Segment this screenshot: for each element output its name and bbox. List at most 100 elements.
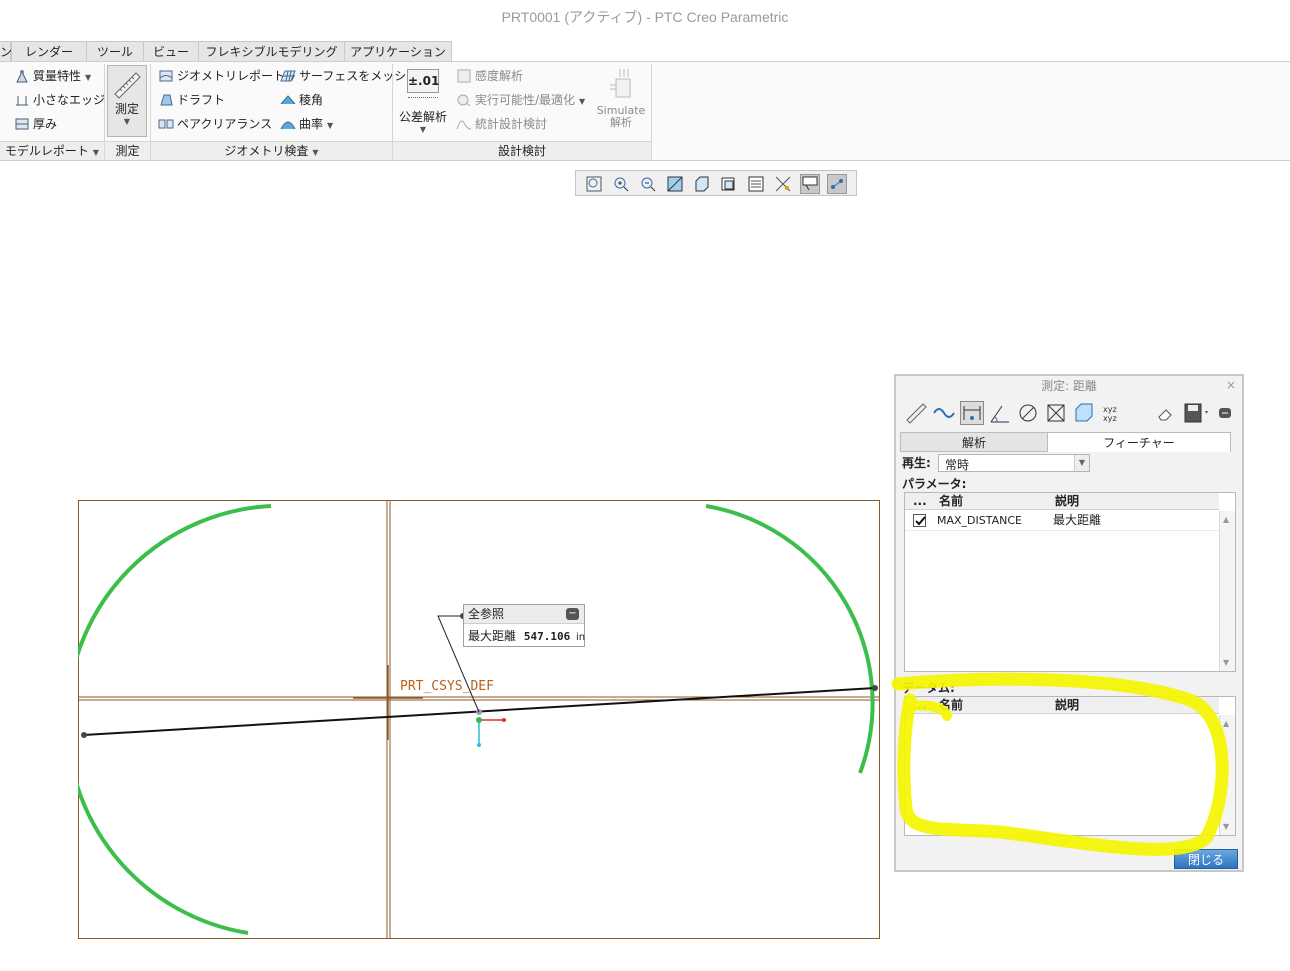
column-header[interactable]: ... (913, 493, 927, 510)
statistical-design-button[interactable]: 統計設計検討 (456, 113, 547, 135)
scroll-down-icon[interactable]: ▼ (1223, 658, 1229, 667)
simulate-icon (606, 67, 636, 101)
tab-partial[interactable]: ン (0, 41, 12, 62)
refit-icon[interactable] (584, 174, 604, 194)
mass-properties-label: 質量特性 (33, 69, 82, 83)
column-header-name[interactable]: 名前 (939, 697, 963, 714)
measure-result-popup[interactable]: 全参照 − 最大距離 547.106 in (463, 604, 585, 647)
group-design-study: 設計検討 (393, 141, 651, 160)
group-measure: 測定 (105, 141, 150, 160)
repaint-icon[interactable] (665, 174, 685, 194)
length-icon[interactable] (932, 401, 956, 425)
pair-clearance-button[interactable]: ペアクリアランス (158, 113, 272, 135)
short-edge-label: 小さなエッジ (33, 93, 106, 107)
geometry-report-label: ジオメトリレポート (177, 69, 286, 83)
short-edge-button[interactable]: 小さなエッジ (14, 89, 105, 111)
datum-display-icon[interactable] (773, 174, 793, 194)
tab-tools[interactable]: ツール (86, 41, 144, 62)
simulate-analysis-button[interactable]: Simulate 解析 (596, 67, 646, 137)
close-icon[interactable]: × (1226, 378, 1236, 392)
diameter-icon[interactable] (1016, 401, 1040, 425)
feasibility-optimization-button[interactable]: 実行可能性/最適化 ▼ (456, 89, 585, 111)
sensitivity-icon (456, 68, 472, 83)
draft-button[interactable]: ドラフト (158, 89, 225, 111)
svg-text:xyz: xyz (1103, 405, 1117, 414)
chevron-down-icon[interactable]: ▼ (1074, 455, 1089, 471)
scroll-up-icon[interactable]: ▲ (1223, 719, 1229, 728)
zoom-in-icon[interactable] (611, 174, 631, 194)
divider (651, 64, 652, 160)
sensitivity-analysis-button[interactable]: 感度解析 (456, 65, 523, 87)
chevron-down-icon[interactable]: ▼ (327, 121, 333, 130)
group-geometry-check[interactable]: ジオメトリ検査 ▼ (151, 141, 392, 160)
column-header-desc[interactable]: 説明 (1055, 697, 1079, 714)
group-geometry-check-label: ジオメトリ検査 (224, 144, 309, 158)
simulate-label-2: 解析 (610, 116, 632, 129)
tab-render[interactable]: レンダー (11, 41, 87, 62)
tolerance-analysis-button[interactable]: ±.01 公差解析 ▼ (397, 67, 449, 137)
collapse-icon[interactable] (1218, 401, 1232, 425)
curvature-button[interactable]: 曲率 ▼ (280, 113, 333, 135)
dihedral-angle-label: 稜角 (299, 93, 324, 107)
tab-feature[interactable]: フィーチャー (1047, 432, 1231, 452)
group-model-report[interactable]: モデルレポート ▼ (0, 141, 104, 160)
collapse-icon[interactable]: − (566, 608, 579, 620)
distance-icon[interactable] (960, 401, 984, 425)
summary-ruler-icon[interactable] (904, 401, 928, 425)
popup-value: 547.106 (523, 630, 571, 643)
volume-icon[interactable] (1072, 401, 1096, 425)
eraser-icon[interactable] (1154, 401, 1178, 425)
spin-center-icon[interactable] (827, 174, 847, 194)
end-point (81, 732, 87, 738)
zoom-out-icon[interactable] (638, 174, 658, 194)
optimization-icon (456, 92, 472, 107)
chevron-down-icon[interactable]: ▼ (85, 73, 91, 82)
mass-properties-button[interactable]: 質量特性 ▼ (14, 65, 91, 87)
measure-type-toolbar: xyz xyz (900, 400, 1238, 426)
area-icon[interactable] (1044, 401, 1068, 425)
regen-select[interactable]: 常時 ▼ (938, 454, 1090, 472)
thickness-label: 厚み (33, 117, 58, 131)
csys-label: PRT_CSYS_DEF (400, 679, 494, 694)
column-header-name[interactable]: 名前 (939, 493, 963, 510)
column-header-desc[interactable]: 説明 (1055, 493, 1079, 510)
measure-dialog: 測定: 距離 × xyz xyz 解析 フィーチャー 再生: 常時 ▼ パラメータ… (894, 374, 1244, 872)
transform-icon[interactable]: xyz xyz (1100, 401, 1124, 425)
scroll-up-icon[interactable]: ▲ (1223, 515, 1229, 524)
datum-header: ... 名前 説明 (905, 697, 1219, 714)
datum-scrollbar[interactable]: ▲ ▼ (1219, 715, 1235, 835)
dihedral-angle-button[interactable]: 稜角 (280, 89, 323, 111)
tab-flexible-modeling[interactable]: フレキシブルモデリング (198, 41, 345, 62)
thickness-button[interactable]: 厚み (14, 113, 57, 135)
chevron-down-icon[interactable]: ▼ (579, 97, 585, 106)
scale-icon (408, 93, 438, 98)
tab-analysis[interactable]: 解析 (900, 432, 1048, 452)
tab-applications[interactable]: アプリケーション (344, 41, 452, 62)
measure-button[interactable]: 測定 ▼ (107, 65, 147, 137)
window-title: PRT0001 (アクティブ) - PTC Creo Parametric (501, 9, 789, 25)
geometry-report-button[interactable]: ジオメトリレポート▼ (158, 65, 295, 87)
display-style-icon[interactable] (692, 174, 712, 194)
view-manager-icon[interactable] (746, 174, 766, 194)
checkbox[interactable] (913, 514, 926, 527)
graphics-viewport[interactable]: PRT_CSYS_DEF (78, 500, 880, 939)
angle-icon[interactable] (988, 401, 1012, 425)
saved-orientations-icon[interactable] (719, 174, 739, 194)
save-icon[interactable] (1182, 401, 1212, 425)
scroll-down-icon[interactable]: ▼ (1223, 822, 1229, 831)
close-button[interactable]: 閉じる (1174, 849, 1238, 869)
model-graphics (78, 500, 880, 939)
popup-label: 最大距離 (468, 629, 517, 643)
thickness-icon (14, 116, 30, 130)
mass-properties-icon (14, 68, 30, 83)
table-row[interactable]: MAX_DISTANCE 最大距離 (905, 511, 1219, 531)
column-header[interactable]: ... (913, 697, 927, 714)
annotation-display-icon[interactable] (800, 174, 820, 194)
draft-label: ドラフト (177, 93, 226, 107)
tab-view[interactable]: ビュー (143, 41, 199, 62)
ribbon-tabs: ン レンダー ツール ビュー フレキシブルモデリング アプリケーション (0, 41, 1290, 62)
params-scrollbar[interactable]: ▲ ▼ (1219, 511, 1235, 671)
popup-unit: in (576, 632, 586, 643)
curvature-label: 曲率 (299, 117, 324, 131)
svg-text:xyz: xyz (1103, 414, 1117, 423)
